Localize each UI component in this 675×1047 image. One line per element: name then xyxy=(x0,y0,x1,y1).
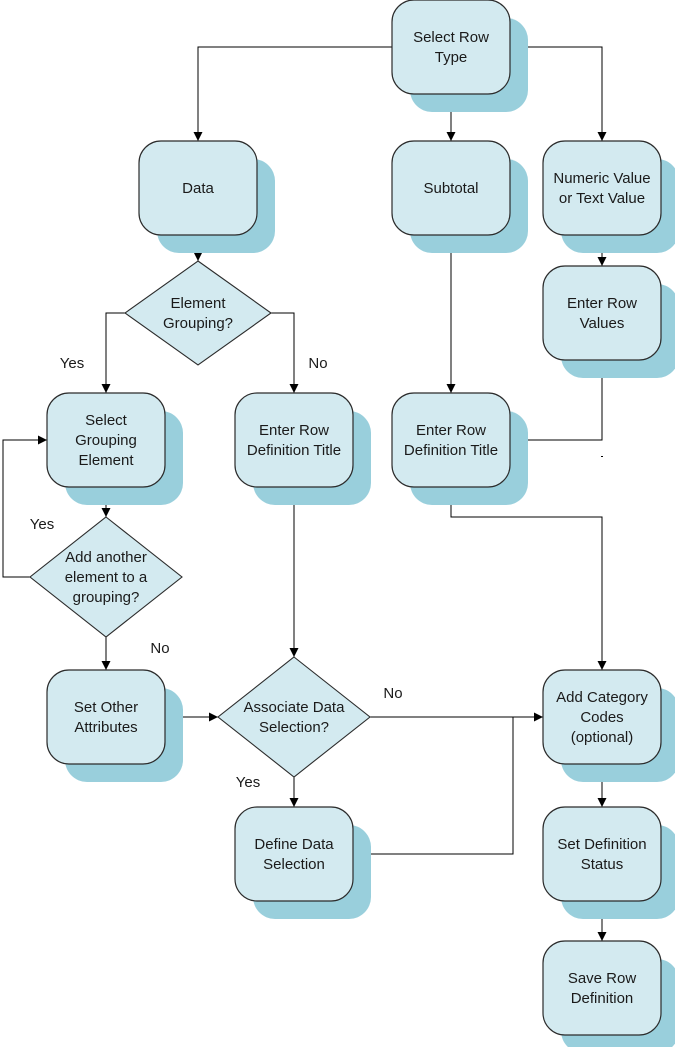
node-add-category-codes: Add Category Codes (optional) xyxy=(542,669,675,782)
node-label: Select xyxy=(85,412,128,429)
label-assoc-yes: Yes xyxy=(236,774,260,791)
node-label: Data xyxy=(182,180,214,197)
label-add-no: No xyxy=(150,640,169,657)
decision-diamond xyxy=(217,656,371,778)
edge-select-to-data xyxy=(193,46,392,141)
node-label: Type xyxy=(435,49,468,66)
process-box xyxy=(234,392,354,488)
node-set-definition-status: Set Definition Status xyxy=(542,806,675,919)
node-label: Grouping xyxy=(75,432,137,449)
process-box xyxy=(391,0,511,95)
process-box xyxy=(542,140,662,236)
node-label: Define Data xyxy=(254,836,334,853)
node-enter-row-values: Enter Row Values xyxy=(542,265,675,378)
node-label: Add another xyxy=(65,549,147,566)
node-label: Select Row xyxy=(413,29,489,46)
node-label: Add Category xyxy=(556,689,648,706)
stray-mark xyxy=(601,456,603,457)
node-associate-data-selection: Associate Data Selection? xyxy=(217,656,371,778)
node-label: Values xyxy=(580,315,625,332)
node-label: Selection? xyxy=(259,719,329,736)
node-define-data-selection: Define Data Selection xyxy=(234,806,371,919)
node-label: element to a xyxy=(65,569,148,586)
node-label: Definition xyxy=(571,990,634,1007)
nodes: Select Row Type Data Subtotal Numeric Value o… xyxy=(29,0,675,1047)
flowchart: Select Row Type Data Subtotal Numeric Value o… xyxy=(2,0,675,1047)
node-element-grouping: Element Grouping? xyxy=(124,260,272,366)
node-add-another-element: Add another element to a grouping? xyxy=(29,516,183,638)
node-label: Numeric Value xyxy=(553,170,650,187)
label-grouping-no: No xyxy=(308,355,327,372)
edge-define-to-merge xyxy=(353,717,514,855)
node-select-row-type: Select Row Type xyxy=(391,0,528,112)
node-enter-row-def-title-left: Enter Row Definition Title xyxy=(234,392,371,505)
edge-titleright-to-codes xyxy=(450,487,607,670)
process-box xyxy=(542,265,662,361)
process-box xyxy=(234,806,354,902)
node-numeric-or-text: Numeric Value or Text Value xyxy=(542,140,675,253)
node-label: Grouping? xyxy=(163,315,233,332)
node-label: Selection xyxy=(263,856,325,873)
process-box xyxy=(46,669,166,765)
node-label: Enter Row xyxy=(259,422,329,439)
label-add-yes: Yes xyxy=(30,516,54,533)
node-label: (optional) xyxy=(571,729,634,746)
node-subtotal: Subtotal xyxy=(391,140,528,253)
node-label: Element xyxy=(78,452,134,469)
node-label: Associate Data xyxy=(244,699,346,716)
node-label: Codes xyxy=(580,709,623,726)
node-label: Element xyxy=(170,295,226,312)
edge-grouping-yes xyxy=(101,312,125,393)
node-label: Enter Row xyxy=(567,295,637,312)
node-enter-row-def-title-right: Enter Row Definition Title xyxy=(391,392,528,505)
node-label: Definition Title xyxy=(247,442,341,459)
node-label: Definition Title xyxy=(404,442,498,459)
node-label: Attributes xyxy=(74,719,137,736)
node-label: grouping? xyxy=(73,589,140,606)
process-box xyxy=(542,806,662,902)
node-label: or Text Value xyxy=(559,190,645,207)
edge-grouping-no xyxy=(271,312,299,393)
node-label: Subtotal xyxy=(423,180,478,197)
label-assoc-no: No xyxy=(383,685,402,702)
node-save-row-definition: Save Row Definition xyxy=(542,940,675,1047)
edge-add-yes-loop xyxy=(2,435,47,578)
process-box xyxy=(542,940,662,1036)
node-select-grouping-element: Select Grouping Element xyxy=(46,392,183,505)
node-label: Enter Row xyxy=(416,422,486,439)
node-set-other-attributes: Set Other Attributes xyxy=(46,669,183,782)
label-grouping-yes: Yes xyxy=(60,355,84,372)
node-label: Status xyxy=(581,856,624,873)
node-label: Set Other xyxy=(74,699,138,716)
decision-diamond xyxy=(124,260,272,366)
node-label: Set Definition xyxy=(557,836,646,853)
process-box xyxy=(391,392,511,488)
node-label: Save Row xyxy=(568,970,637,987)
node-data: Data xyxy=(138,140,275,253)
